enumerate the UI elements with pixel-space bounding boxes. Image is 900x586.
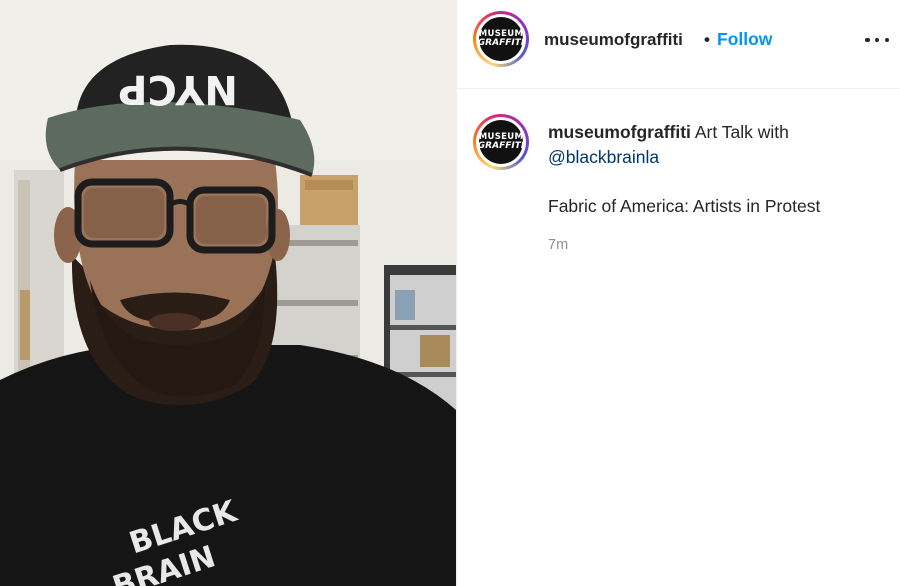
header-username-link[interactable]: museumofgraffiti [544,30,683,50]
avatar-logo-top: MUSEUM [478,28,524,39]
avatar-logo-top: MUSEUM [478,131,524,142]
post-side-panel: MUSEUM GRAFFITI museumofgraffiti • Follo… [456,0,900,586]
more-dot [884,37,889,43]
museum-of-graffiti-logo: MUSEUM GRAFFITI [477,120,525,164]
caption-text: museumofgraffiti Art Talk with @blackbra… [548,120,878,219]
avatar-logo-bottom: GRAFFITI [477,141,525,152]
post-header: MUSEUM GRAFFITI museumofgraffiti • Follo… [457,0,900,89]
cap-logo-text: NYCP [118,66,238,112]
caption-avatar[interactable]: MUSEUM GRAFFITI [473,114,529,170]
post-media[interactable]: NYCP BLACK BRAIN [0,0,456,586]
avatar-ring-gap: MUSEUM GRAFFITI [476,117,526,167]
more-dot [874,37,880,43]
museum-of-graffiti-logo: MUSEUM GRAFFITI [477,17,525,61]
avatar-logo-bottom: GRAFFITI [477,38,525,49]
separator-dot: • [704,30,710,49]
caption-paragraph: Fabric of America: Artists in Protest [548,196,821,216]
video-frame-illustration: NYCP BLACK BRAIN [0,0,456,586]
more-dot [865,37,870,43]
caption-intro-text: Art Talk with [694,122,789,142]
caption-username-link[interactable]: museumofgraffiti [548,122,691,142]
avatar-ring-gap: MUSEUM GRAFFITI [476,14,526,64]
post-timestamp[interactable]: 7m [548,237,568,253]
account-avatar[interactable]: MUSEUM GRAFFITI [473,11,529,67]
mention-link[interactable]: @blackbrainla [548,147,659,167]
follow-button[interactable]: Follow [717,29,772,50]
more-options-icon[interactable] [865,30,889,50]
